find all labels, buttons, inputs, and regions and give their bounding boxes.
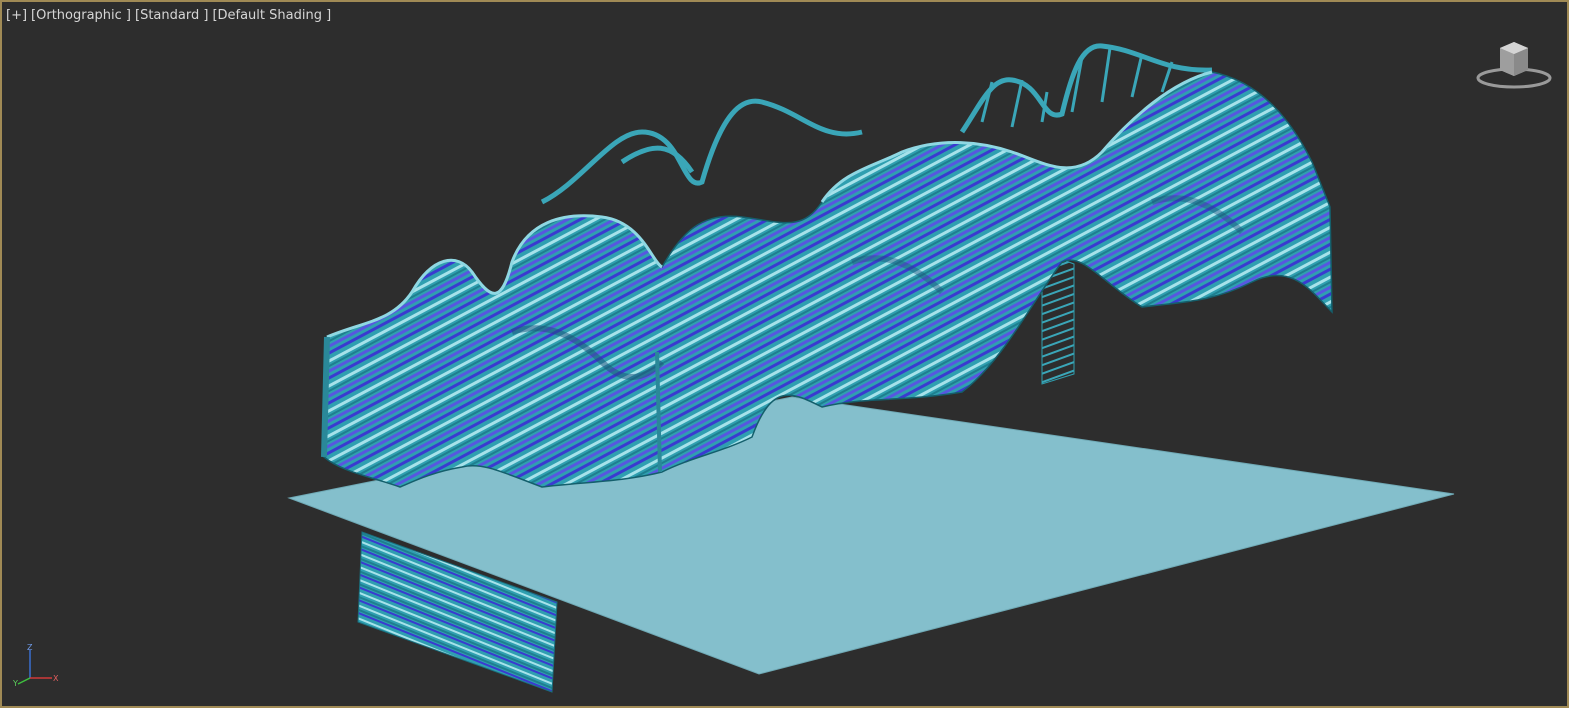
viewport-shading-menu[interactable]: [Default Shading ] [212,8,331,23]
axis-label-z: Z [27,643,33,652]
viewcube-icon[interactable] [1474,36,1554,96]
axis-label-x: X [53,674,59,683]
axis-tripod-icon: Z Y X [8,642,62,688]
viewport-plus-menu[interactable]: [+] [6,8,27,23]
viewport-point-of-view-menu[interactable]: [Orthographic ] [31,8,131,23]
axis-label-y: Y [12,679,18,688]
viewport-standard-menu[interactable]: [Standard ] [135,8,208,23]
viewport-label-menu: [+] [Orthographic ] [Standard ] [Default… [6,8,331,23]
perspective-viewport[interactable]: [+] [Orthographic ] [Standard ] [Default… [0,0,1569,708]
scene-render [287,43,1455,693]
